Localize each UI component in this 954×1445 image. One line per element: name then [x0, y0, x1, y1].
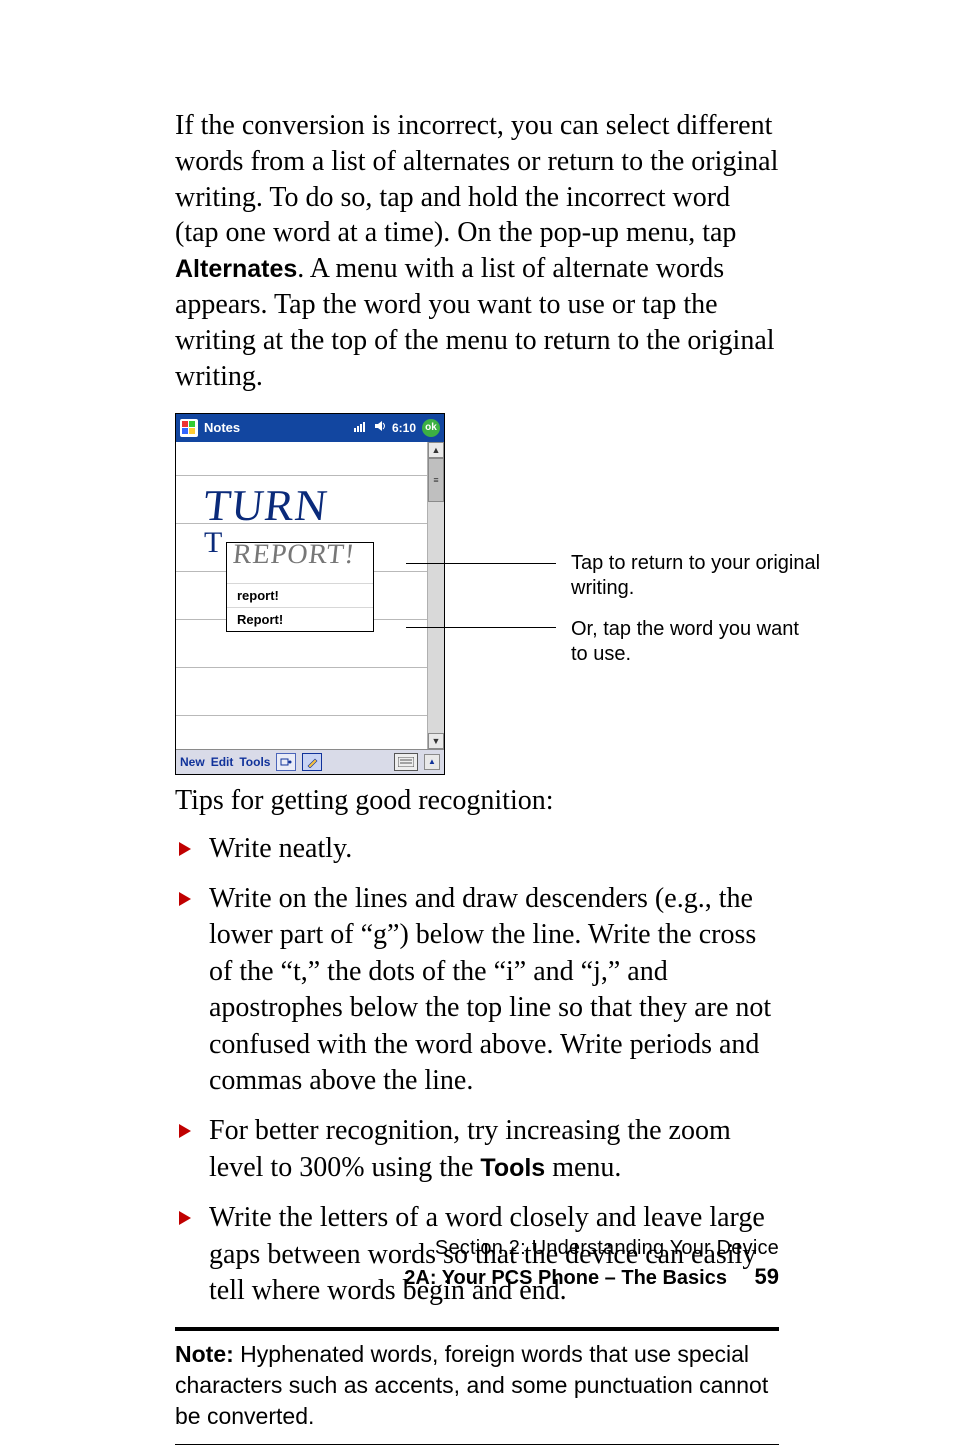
scroll-thumb[interactable]: ≡	[428, 458, 444, 502]
sip-up-button[interactable]: ▲	[424, 754, 440, 770]
callout-line-2	[406, 627, 556, 628]
alternates-original-handwriting[interactable]: REPORT!	[227, 543, 373, 583]
alternate-option-2[interactable]: Report!	[227, 607, 373, 631]
note-top-rule	[175, 1327, 779, 1331]
note-canvas[interactable]: TURN T REPORT! report! Report!	[176, 442, 428, 749]
vertical-scrollbar[interactable]: ▲ ≡ ▼	[428, 442, 444, 749]
speaker-icon	[374, 420, 386, 435]
tip-item-3: For better recognition, try increasing t…	[175, 1113, 779, 1186]
keyboard-icon[interactable]	[394, 753, 418, 771]
intro-paragraph: If the conversion is incorrect, you can …	[175, 108, 779, 395]
callout-text-1: Tap to return to your original writing.	[571, 551, 821, 601]
tip-item-1: Write neatly.	[175, 831, 779, 867]
clock-text: 6:10	[392, 421, 416, 435]
footer-page-number: 59	[755, 1264, 779, 1289]
bottom-menubar: New Edit Tools ▲	[176, 749, 444, 774]
footer-chapter: 2A: Your PCS Phone – The Basics	[404, 1267, 727, 1289]
signal-icon	[354, 420, 368, 435]
app-title: Notes	[204, 420, 240, 435]
notes-app-screenshot: Notes	[175, 413, 445, 775]
tip-item-2: Write on the lines and draw descenders (…	[175, 881, 779, 1099]
menu-edit[interactable]: Edit	[211, 755, 234, 769]
windows-flag-icon	[180, 419, 198, 437]
recorder-icon[interactable]	[276, 753, 296, 771]
figure-callouts: Tap to return to your original writing. …	[445, 413, 779, 775]
menu-tools[interactable]: Tools	[239, 755, 270, 769]
menu-new[interactable]: New	[180, 755, 205, 769]
page-footer: Section 2: Understanding Your Device 2A:…	[175, 1234, 779, 1293]
scroll-down-button[interactable]: ▼	[428, 733, 444, 749]
alternates-popup: REPORT! report! Report!	[226, 542, 374, 632]
intro-part1: If the conversion is incorrect, you can …	[175, 110, 778, 248]
tip-text: Write on the lines and draw descenders (…	[209, 883, 771, 1096]
callout-line-1	[406, 563, 556, 564]
alternate-option-1[interactable]: report!	[227, 583, 373, 607]
scroll-up-button[interactable]: ▲	[428, 442, 444, 458]
scroll-track[interactable]	[428, 502, 444, 733]
titlebar: Notes	[176, 414, 444, 442]
note-body: TURN T REPORT! report! Report! ▲ ≡ ▼	[176, 442, 444, 749]
note-block: Note: Hyphenated words, foreign words th…	[175, 1337, 779, 1436]
callout-text-2: Or, tap the word you want to use.	[571, 617, 821, 667]
handwriting-fragment: T	[204, 526, 222, 560]
intro-bold-alternates: Alternates	[175, 255, 297, 283]
ok-button[interactable]: ok	[422, 419, 440, 437]
popup-handwriting: REPORT!	[231, 543, 356, 571]
tip-text: Write neatly.	[209, 833, 352, 864]
note-label: Note:	[175, 1341, 234, 1367]
tip-text-pre: For better recognition, try increasing t…	[209, 1115, 731, 1182]
handwriting-line-1: TURN	[201, 480, 330, 531]
figure-row: Notes	[175, 413, 779, 775]
pen-icon[interactable]	[302, 753, 322, 771]
tips-intro: Tips for getting good recognition:	[175, 785, 779, 817]
note-text: Hyphenated words, foreign words that use…	[175, 1341, 768, 1429]
tip-bold-tools: Tools	[480, 1154, 545, 1182]
footer-section-line: Section 2: Understanding Your Device	[175, 1234, 779, 1262]
tip-text-post: menu.	[545, 1152, 621, 1183]
